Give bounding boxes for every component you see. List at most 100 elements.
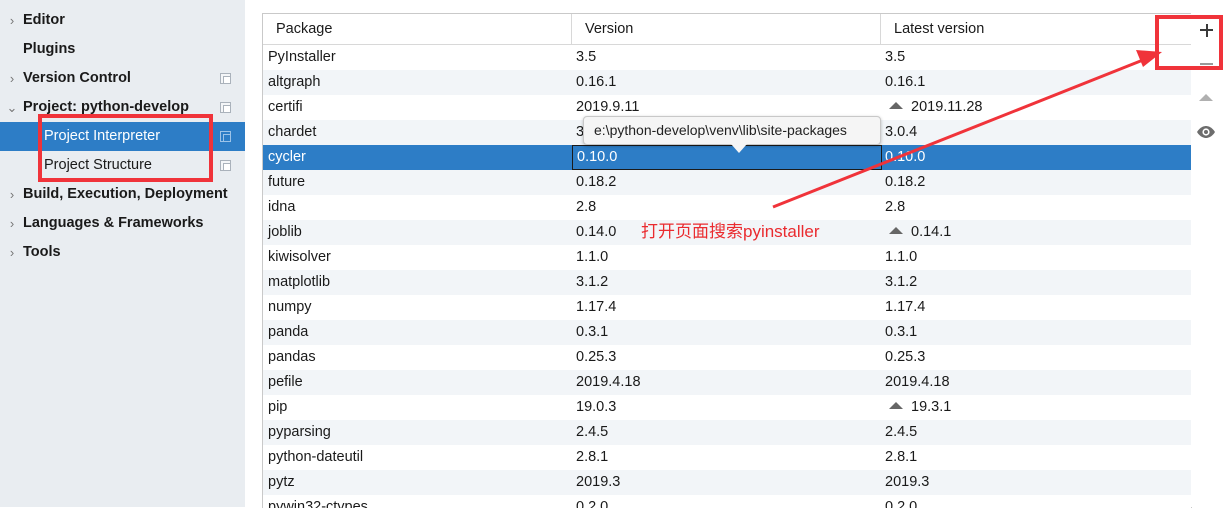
latest-version-cell: 3.1.2	[885, 270, 917, 295]
version-cell: 2019.4.18	[576, 374, 641, 390]
package-table: Package Version Latest version PyInstall…	[262, 13, 1192, 508]
version-cell: 0.10.0	[572, 145, 882, 170]
project-scope-icon	[220, 73, 231, 84]
version-cell: 2.8.1	[576, 449, 609, 465]
table-row[interactable]: pip 19.0.3 19.3.1	[263, 395, 1191, 420]
latest-version-label: 0.14.1	[911, 224, 952, 240]
sidebar-item-label: Languages & Frameworks	[23, 215, 204, 231]
sidebar-item-label: Editor	[23, 12, 65, 28]
latest-version-cell: 2.4.5	[885, 420, 917, 445]
table-row[interactable]: pefile 2019.4.18 2019.4.18	[263, 370, 1191, 395]
latest-version-label: 3.0.4	[885, 124, 918, 140]
sidebar-item-label: Tools	[23, 244, 61, 260]
package-name-cell: matplotlib	[268, 274, 331, 290]
version-cell: 19.0.3	[576, 399, 617, 415]
version-cell: 1.17.4	[576, 299, 617, 315]
latest-version-label: 0.3.1	[885, 324, 918, 340]
sidebar-item-label: Version Control	[23, 70, 131, 86]
sidebar-item-label: Plugins	[23, 41, 76, 57]
table-row[interactable]: python-dateutil 2.8.1 2.8.1	[263, 445, 1191, 470]
latest-version-label: 2019.11.28	[911, 99, 983, 115]
latest-version-cell: 0.2.0	[885, 495, 917, 508]
latest-version-label: 3.1.2	[885, 274, 918, 290]
chevron-right-icon: ›	[9, 13, 15, 28]
table-row[interactable]: panda 0.3.1 0.3.1	[263, 320, 1191, 345]
table-row[interactable]: PyInstaller 3.5 3.5	[263, 45, 1191, 70]
latest-version-cell: 0.10.0	[885, 145, 925, 170]
sidebar-item-tools[interactable]: › Tools	[0, 238, 245, 267]
latest-version-cell: 2019.3	[885, 470, 929, 495]
upgrade-available-icon	[889, 227, 903, 234]
table-row[interactable]: altgraph 0.16.1 0.16.1	[263, 70, 1191, 95]
highlight-box-sidebar	[38, 114, 213, 182]
latest-version-label: 0.25.3	[885, 349, 926, 365]
version-cell: 2019.3	[576, 474, 621, 490]
table-row[interactable]: cycler 0.10.0 0.10.0	[263, 145, 1191, 170]
package-name-cell: pytz	[268, 474, 295, 490]
package-name-cell: pefile	[268, 374, 303, 390]
project-scope-icon	[220, 102, 231, 113]
package-name-cell: pyparsing	[268, 424, 331, 440]
chevron-right-icon: ›	[9, 187, 15, 202]
table-row[interactable]: kiwisolver 1.1.0 1.1.0	[263, 245, 1191, 270]
eye-icon[interactable]	[1196, 125, 1216, 139]
table-row[interactable]: numpy 1.17.4 1.17.4	[263, 295, 1191, 320]
version-cell: 0.25.3	[576, 349, 617, 365]
upgrade-package-icon[interactable]	[1199, 94, 1213, 101]
latest-version-label: 19.3.1	[911, 399, 952, 415]
latest-version-cell: 2019.4.18	[885, 370, 950, 395]
project-scope-icon	[220, 131, 231, 142]
latest-version-label: 0.16.1	[885, 74, 926, 90]
package-name-cell: pywin32-ctypes	[268, 499, 368, 508]
project-scope-icon	[220, 160, 231, 171]
version-cell: 1.1.0	[576, 249, 609, 265]
tooltip-pointer	[731, 144, 747, 153]
table-row[interactable]: future 0.18.2 0.18.2	[263, 170, 1191, 195]
column-header-package[interactable]: Package	[263, 14, 572, 44]
package-toolbar	[1191, 13, 1229, 507]
package-name-cell: pandas	[268, 349, 316, 365]
column-header-version[interactable]: Version	[572, 14, 881, 44]
version-cell: 3.1.2	[576, 274, 609, 290]
latest-version-label: 1.17.4	[885, 299, 926, 315]
latest-version-cell: 2.8.1	[885, 445, 917, 470]
table-row[interactable]: pandas 0.25.3 0.25.3	[263, 345, 1191, 370]
latest-version-cell: 0.3.1	[885, 320, 917, 345]
chevron-right-icon: ›	[9, 71, 15, 86]
table-body: PyInstaller 3.5 3.5 altgraph 0.16.1 0.16.1 cer…	[263, 45, 1191, 508]
sidebar-item-languages[interactable]: › Languages & Frameworks	[0, 209, 245, 238]
version-cell: 2.8	[576, 199, 597, 215]
annotation-text: 打开页面搜索pyinstaller	[641, 222, 820, 241]
latest-version-label: 1.1.0	[885, 249, 918, 265]
table-row[interactable]: pywin32-ctypes 0.2.0 0.2.0	[263, 495, 1191, 508]
latest-version-cell: 3.0.4	[885, 120, 917, 145]
table-header: Package Version Latest version	[263, 14, 1191, 45]
table-row[interactable]: pyparsing 2.4.5 2.4.5	[263, 420, 1191, 445]
latest-version-label: 2019.4.18	[885, 374, 950, 390]
package-name-cell: cycler	[268, 149, 306, 165]
package-name-cell: kiwisolver	[268, 249, 331, 265]
sidebar-item-label: Build, Execution, Deployment	[23, 186, 228, 202]
latest-version-cell: 0.16.1	[885, 70, 925, 95]
latest-version-label: 2.8	[885, 199, 906, 215]
package-name-cell: joblib	[268, 224, 302, 240]
latest-version-cell: 2.8	[885, 195, 905, 220]
upgrade-available-icon	[889, 102, 903, 109]
highlight-box-add-button	[1155, 15, 1223, 70]
package-name-cell: idna	[268, 199, 296, 215]
package-name-cell: numpy	[268, 299, 312, 315]
sidebar-item-build[interactable]: › Build, Execution, Deployment	[0, 180, 245, 209]
package-name-cell: panda	[268, 324, 309, 340]
sidebar-item-plugins[interactable]: Plugins	[0, 35, 245, 64]
column-header-latest-version[interactable]: Latest version	[881, 14, 1191, 44]
latest-version-cell: 3.5	[885, 45, 905, 70]
package-name-cell: python-dateutil	[268, 449, 364, 465]
sidebar-item-editor[interactable]: › Editor	[0, 6, 245, 35]
sidebar-item-version-control[interactable]: › Version Control	[0, 64, 245, 93]
table-row[interactable]: matplotlib 3.1.2 3.1.2	[263, 270, 1191, 295]
latest-version-cell: 0.25.3	[885, 345, 925, 370]
package-name-cell: PyInstaller	[268, 49, 336, 65]
latest-version-cell: 0.18.2	[885, 170, 925, 195]
table-row[interactable]: pytz 2019.3 2019.3	[263, 470, 1191, 495]
chevron-right-icon: ›	[9, 216, 15, 231]
